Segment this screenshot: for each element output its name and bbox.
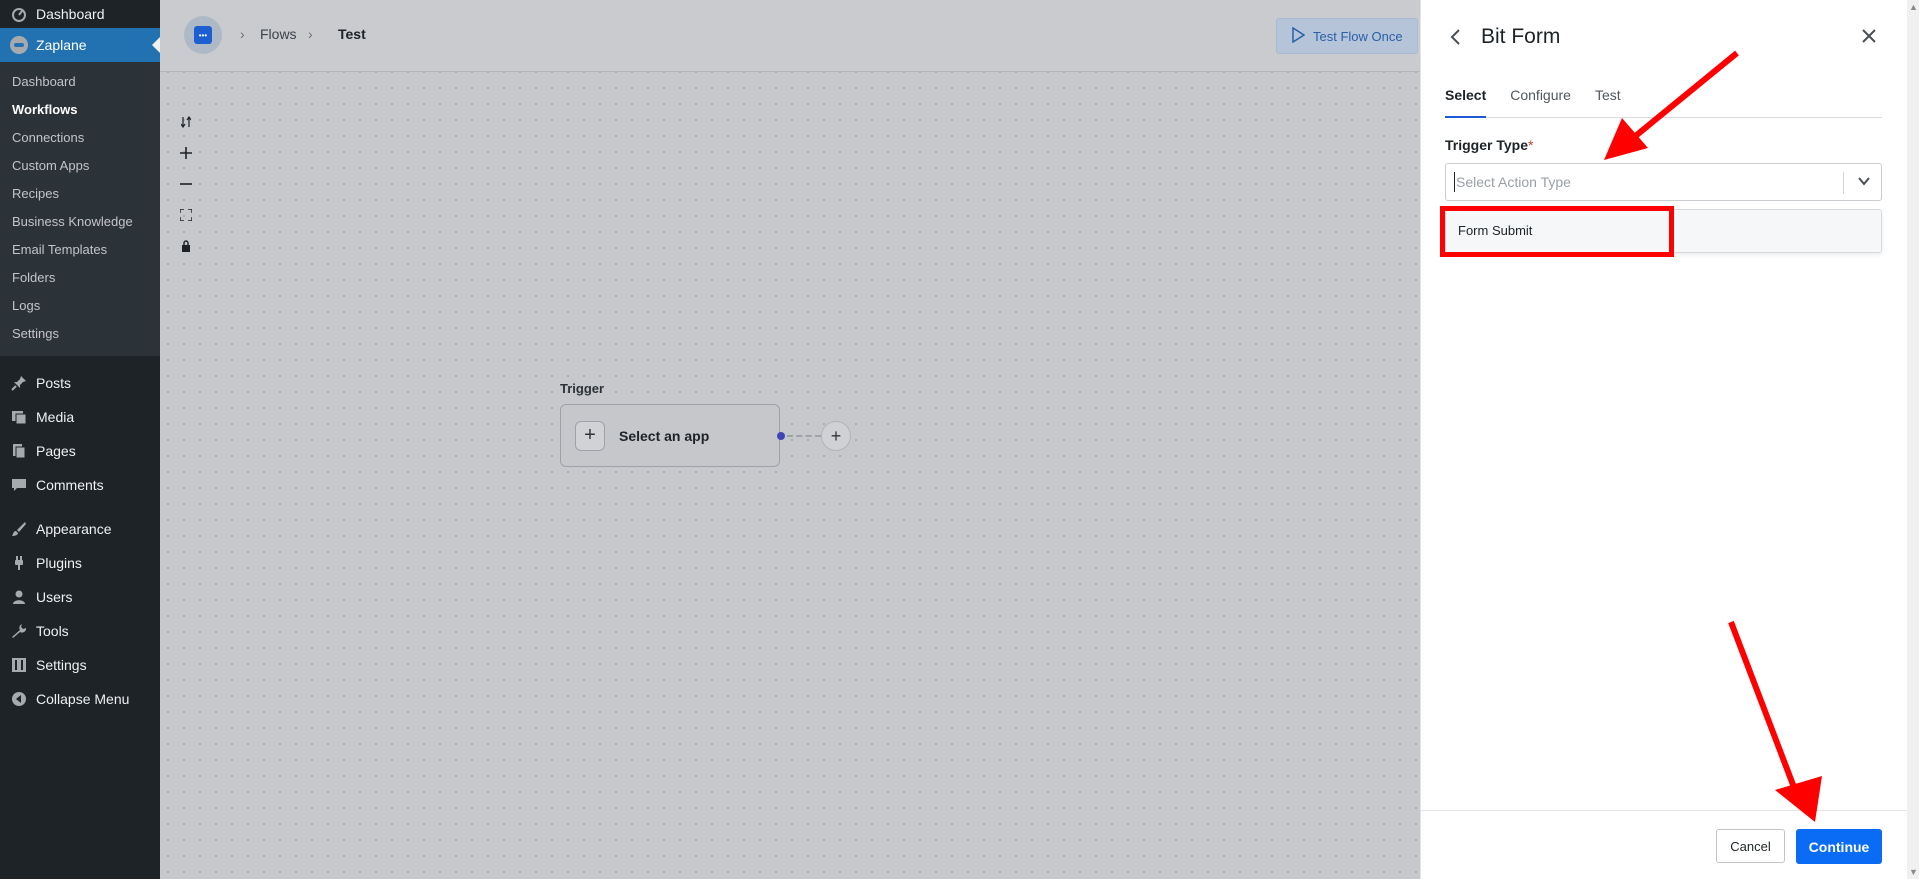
scroll-down-icon[interactable]: ▼ — [1909, 867, 1918, 877]
connection-handle[interactable] — [777, 432, 785, 440]
submenu-item-connections[interactable]: Connections — [0, 124, 160, 152]
tab-configure[interactable]: Configure — [1510, 86, 1571, 118]
menu-item-label: Comments — [36, 477, 104, 493]
cancel-button[interactable]: Cancel — [1716, 829, 1785, 863]
app-logo[interactable]: ••• — [184, 16, 222, 54]
continue-button[interactable]: Continue — [1796, 829, 1882, 864]
select-divider — [1843, 172, 1844, 194]
settings-icon — [10, 656, 28, 674]
play-icon — [1291, 26, 1306, 46]
plug-icon — [10, 554, 28, 572]
submenu-item-logs[interactable]: Logs — [0, 292, 160, 320]
drawer-tabs: Select Configure Test — [1445, 86, 1882, 118]
user-icon — [10, 588, 28, 606]
menu-item-label: Plugins — [36, 555, 82, 571]
drawer-header: Bit Form — [1421, 0, 1908, 75]
media-icon — [10, 408, 28, 426]
menu-item-label: Settings — [36, 657, 87, 673]
comments-icon — [10, 476, 28, 494]
test-flow-label: Test Flow Once — [1313, 28, 1403, 44]
menu-item-label: Collapse Menu — [36, 691, 130, 707]
brush-icon — [10, 520, 28, 538]
menu-item-label: Pages — [36, 443, 76, 459]
submenu-item-business-knowledge[interactable]: Business Knowledge — [0, 208, 160, 236]
back-arrow-icon[interactable] — [1449, 28, 1461, 49]
menu-item-media[interactable]: Media — [0, 400, 160, 434]
menu-item-pages[interactable]: Pages — [0, 434, 160, 468]
zoom-in-icon[interactable] — [178, 137, 194, 168]
dashboard-icon — [10, 5, 28, 23]
trigger-node-text: Select an app — [619, 427, 710, 444]
submenu-item-dashboard[interactable]: Dashboard — [0, 68, 160, 96]
menu-item-label: Users — [36, 589, 73, 605]
select-placeholder: Select Action Type — [1456, 174, 1571, 190]
lock-icon[interactable] — [178, 230, 194, 261]
close-icon[interactable] — [1861, 28, 1877, 47]
chevron-right-icon: › — [308, 26, 313, 42]
pages-icon — [10, 442, 28, 460]
plus-icon: + — [575, 420, 605, 451]
submenu-item-folders[interactable]: Folders — [0, 264, 160, 292]
add-step-button[interactable]: + — [821, 421, 851, 451]
submenu-item-settings[interactable]: Settings — [0, 320, 160, 348]
pin-icon — [10, 374, 28, 392]
connection-line — [787, 435, 821, 437]
menu-item-label: Dashboard — [36, 6, 105, 22]
zaplane-icon — [10, 36, 28, 54]
fit-view-icon[interactable] — [178, 199, 194, 230]
trigger-type-label: Trigger Type* — [1445, 137, 1533, 153]
menu-item-zaplane[interactable]: Zaplane — [0, 28, 160, 62]
chevron-down-icon[interactable] — [1857, 174, 1871, 191]
submenu-item-recipes[interactable]: Recipes — [0, 180, 160, 208]
scroll-up-icon[interactable]: ▲ — [1909, 2, 1918, 12]
auto-layout-icon[interactable] — [178, 106, 194, 137]
menu-item-settings[interactable]: Settings — [0, 648, 160, 682]
menu-item-label: Appearance — [36, 521, 112, 537]
tab-test[interactable]: Test — [1595, 86, 1621, 118]
menu-item-posts[interactable]: Posts — [0, 366, 160, 400]
submenu-item-email-templates[interactable]: Email Templates — [0, 236, 160, 264]
chevron-right-icon: › — [240, 26, 245, 42]
menu-separator — [0, 502, 160, 512]
menu-item-comments[interactable]: Comments — [0, 468, 160, 502]
text-caret — [1454, 172, 1455, 192]
trigger-node[interactable]: + Select an app — [560, 404, 780, 467]
page-scrollbar[interactable]: ▲ ▼ — [1907, 0, 1919, 879]
menu-item-appearance[interactable]: Appearance — [0, 512, 160, 546]
canvas-toolbar — [178, 106, 194, 261]
drawer-footer: Cancel Continue — [1421, 810, 1908, 879]
trigger-type-text: Trigger Type — [1445, 137, 1528, 153]
menu-item-plugins[interactable]: Plugins — [0, 546, 160, 580]
zoom-out-icon[interactable] — [178, 168, 194, 199]
test-flow-once-button[interactable]: Test Flow Once — [1276, 18, 1418, 54]
submenu-item-workflows[interactable]: Workflows — [0, 96, 160, 124]
app-config-drawer: Bit Form Select Configure Test Trigger T… — [1420, 0, 1908, 879]
required-mark: * — [1527, 137, 1534, 153]
menu-item-dashboard[interactable]: Dashboard — [0, 0, 160, 28]
wp-main-menu: Posts Media Pages Comments Appearance Pl… — [0, 356, 160, 716]
menu-item-label: Zaplane — [36, 37, 87, 53]
zaplane-logo-icon: ••• — [194, 26, 212, 44]
trigger-type-select[interactable]: Select Action Type — [1445, 163, 1882, 201]
collapse-icon — [10, 690, 28, 708]
menu-item-tools[interactable]: Tools — [0, 614, 160, 648]
zaplane-submenu: Dashboard Workflows Connections Custom A… — [0, 62, 160, 356]
breadcrumb-current: Test — [338, 26, 366, 42]
trigger-label: Trigger — [560, 381, 605, 396]
wp-admin-sidebar: Dashboard Zaplane Dashboard Workflows Co… — [0, 0, 160, 879]
menu-item-label: Media — [36, 409, 75, 425]
breadcrumb-flows[interactable]: Flows — [260, 26, 297, 42]
annotation-highlight-box — [1440, 206, 1674, 257]
drawer-title: Bit Form — [1481, 25, 1561, 48]
submenu-item-custom-apps[interactable]: Custom Apps — [0, 152, 160, 180]
menu-item-label: Tools — [36, 623, 69, 639]
wrench-icon — [10, 622, 28, 640]
menu-item-users[interactable]: Users — [0, 580, 160, 614]
menu-item-label: Posts — [36, 375, 72, 391]
tab-select[interactable]: Select — [1445, 86, 1487, 118]
menu-item-collapse[interactable]: Collapse Menu — [0, 682, 160, 716]
